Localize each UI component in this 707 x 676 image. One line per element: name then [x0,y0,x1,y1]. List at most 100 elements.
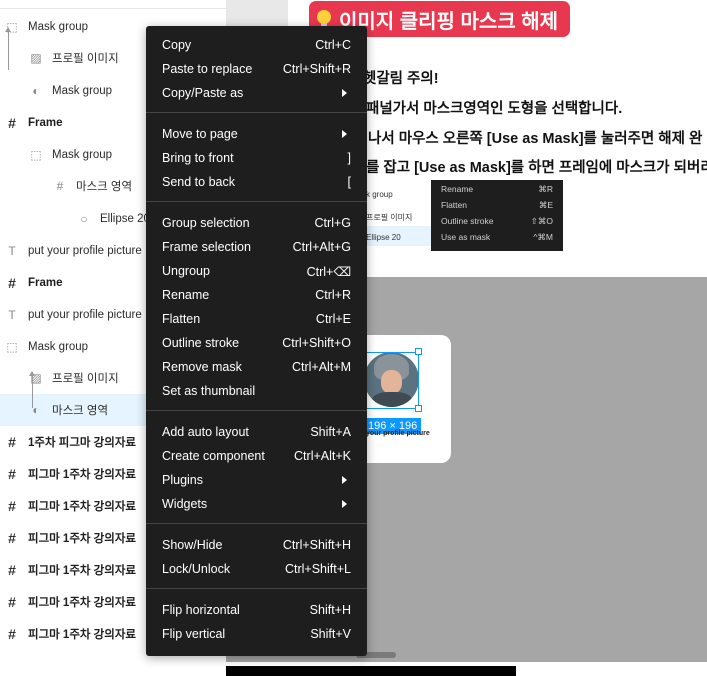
menu-item-ungroup[interactable]: Ungroup Ctrl+⌫ [146,259,367,283]
menu-item-label: Paste to replace [162,62,253,76]
layer-label: 마스크 영역 [76,181,133,193]
layer-label: 피그마 1주차 강의자료 [28,565,137,577]
menu-item-label: Create component [162,449,265,463]
menu-item-shortcut: Ctrl+Shift+H [282,538,351,552]
menu-item-rename[interactable]: Rename Ctrl+R [146,283,367,307]
mini-menu-item: Outline stroke [441,216,494,226]
menu-item-label: Set as thumbnail [162,384,256,398]
menu-item-flip-horizontal[interactable]: Flip horizontal Shift+H [146,598,367,622]
hash-icon: # [8,115,16,131]
menu-separator [146,588,367,589]
hash-icon: # [8,530,16,546]
resize-handle[interactable] [415,348,422,355]
mask-connector-line [29,371,35,408]
doc-line-2: 패널가서 마스크영역인 도형을 선택합니다. [366,101,623,117]
menu-item-shortcut: Ctrl+R [315,288,351,302]
menu-item-shortcut: Ctrl+E [315,312,351,326]
layer-label: 피그마 1주차 강의자료 [28,533,137,545]
mini-layer-item: k group [366,190,393,199]
dotted-square-icon: ⬚ [30,148,42,162]
menu-item-label: Lock/Unlock [162,562,231,576]
menu-item-label: Group selection [162,216,250,230]
mask-connector-line [5,27,11,70]
layer-label: 프로필 이미지 [52,373,119,385]
menu-item-group-selection[interactable]: Group selection Ctrl+G [146,211,367,235]
doc-line-1: 헷갈림 주의! [363,71,439,87]
mini-menu-shortcut: ⌘E [538,200,553,210]
menu-item-copy-paste-as[interactable]: Copy/Paste as [146,81,367,105]
layer-label: Frame [28,277,63,289]
menu-item-lock-unlock[interactable]: Lock/Unlock Ctrl+Shift+L [146,557,367,581]
menu-item-show-hide[interactable]: Show/Hide Ctrl+Shift+H [146,533,367,557]
menu-item-create-component[interactable]: Create component Ctrl+Alt+K [146,444,367,468]
menu-item-label: Move to page [162,127,238,141]
layer-label: 피그마 1주차 강의자료 [28,629,137,641]
figma-window: 이미지 클리핑 마스크 해제 헷갈림 주의! 패널가서 마스크영역인 도형을 선… [0,0,707,676]
menu-item-outline-stroke[interactable]: Outline stroke Ctrl+Shift+O [146,331,367,355]
doc-line-4: 를 잡고 [Use as Mask]를 하면 프레임에 마스크가 되버리 [366,160,707,176]
menu-item-shortcut: [ [347,175,351,189]
card-caption: your profile picture [366,430,430,437]
submenu-arrow-icon [342,500,347,508]
submenu-arrow-icon [342,476,347,484]
hash-icon: # [8,562,16,578]
menu-item-label: Rename [162,288,210,302]
menu-item-shortcut: Ctrl+Shift+L [284,562,351,576]
menu-item-label: Widgets [162,497,208,511]
menu-item-label: Flip vertical [162,627,226,641]
mini-menu-item: Rename [441,184,474,194]
menu-item-shortcut: Ctrl+Alt+K [294,449,351,463]
hash-icon: # [8,275,16,291]
selection-box [364,352,419,409]
image-icon: ▨ [30,51,42,65]
layer-label: 마스크 영역 [52,405,109,417]
half-circle-icon: ◐ [32,403,40,417]
layer-label: Frame [28,117,63,129]
layer-label: 1주차 피그마 강의자료 [28,437,137,449]
menu-item-frame-selection[interactable]: Frame selection Ctrl+Alt+G [146,235,367,259]
doc-line-3: 나서 마우스 오른쪽 [Use as Mask]를 눌러주면 해제 완 [368,131,703,147]
hash-icon: # [8,498,16,514]
menu-item-copy[interactable]: Copy Ctrl+C [146,33,367,57]
menu-item-shortcut: Ctrl+Shift+R [282,62,351,76]
layer-label: Mask group [28,341,89,353]
menu-item-shortcut: Ctrl+Alt+G [292,240,351,254]
layer-label: Mask group [52,85,113,97]
menu-item-remove-mask[interactable]: Remove mask Ctrl+Alt+M [146,355,367,379]
menu-item-label: Frame selection [162,240,251,254]
menu-item-move-to-page[interactable]: Move to page [146,122,367,146]
menu-item-label: Plugins [162,473,203,487]
menu-item-shortcut: Ctrl+G [314,216,351,230]
menu-item-flatten[interactable]: Flatten Ctrl+E [146,307,367,331]
menu-item-label: Add auto layout [162,425,249,439]
hash-icon: # [8,434,16,450]
layer-label: 피그마 1주차 강의자료 [28,501,137,513]
menu-item-flip-vertical[interactable]: Flip vertical Shift+V [146,622,367,646]
hash-icon: # [8,466,16,482]
hash-icon: # [8,626,16,642]
doc-title: 이미지 클리핑 마스크 해제 [339,10,559,33]
mini-menu-shortcut: ⌘R [538,184,553,194]
menu-item-shortcut: Ctrl+Alt+M [291,360,351,374]
menu-item-label: Remove mask [162,360,242,374]
menu-item-add-auto-layout[interactable]: Add auto layout Shift+A [146,420,367,444]
menu-item-bring-to-front[interactable]: Bring to front] [146,146,367,170]
menu-item-shortcut: Ctrl+⌫ [306,264,351,279]
layer-label: Mask group [28,21,89,33]
menu-item-paste-to-replace[interactable]: Paste to replace Ctrl+Shift+R [146,57,367,81]
mini-layer-item: 프로필 이미지 [366,213,413,222]
mini-menu-shortcut: ^⌘M [533,232,553,242]
menu-item-set-as-thumbnail[interactable]: Set as thumbnail [146,379,367,403]
menu-item-label: Bring to front [162,151,234,165]
mini-menu-item: Use as mask [441,232,491,242]
menu-item-widgets[interactable]: Widgets [146,492,367,516]
menu-item-label: Copy [162,38,192,52]
menu-item-send-to-back[interactable]: Send to back [ [146,170,367,194]
resize-handle[interactable] [415,405,422,412]
mini-menu-item: Flatten [441,200,467,210]
menu-item-shortcut: ] [347,151,351,165]
menu-item-plugins[interactable]: Plugins [146,468,367,492]
mini-layer-item: Ellipse 20 [366,233,401,242]
menu-item-label: Flip horizontal [162,603,240,617]
menu-item-label: Copy/Paste as [162,86,244,100]
